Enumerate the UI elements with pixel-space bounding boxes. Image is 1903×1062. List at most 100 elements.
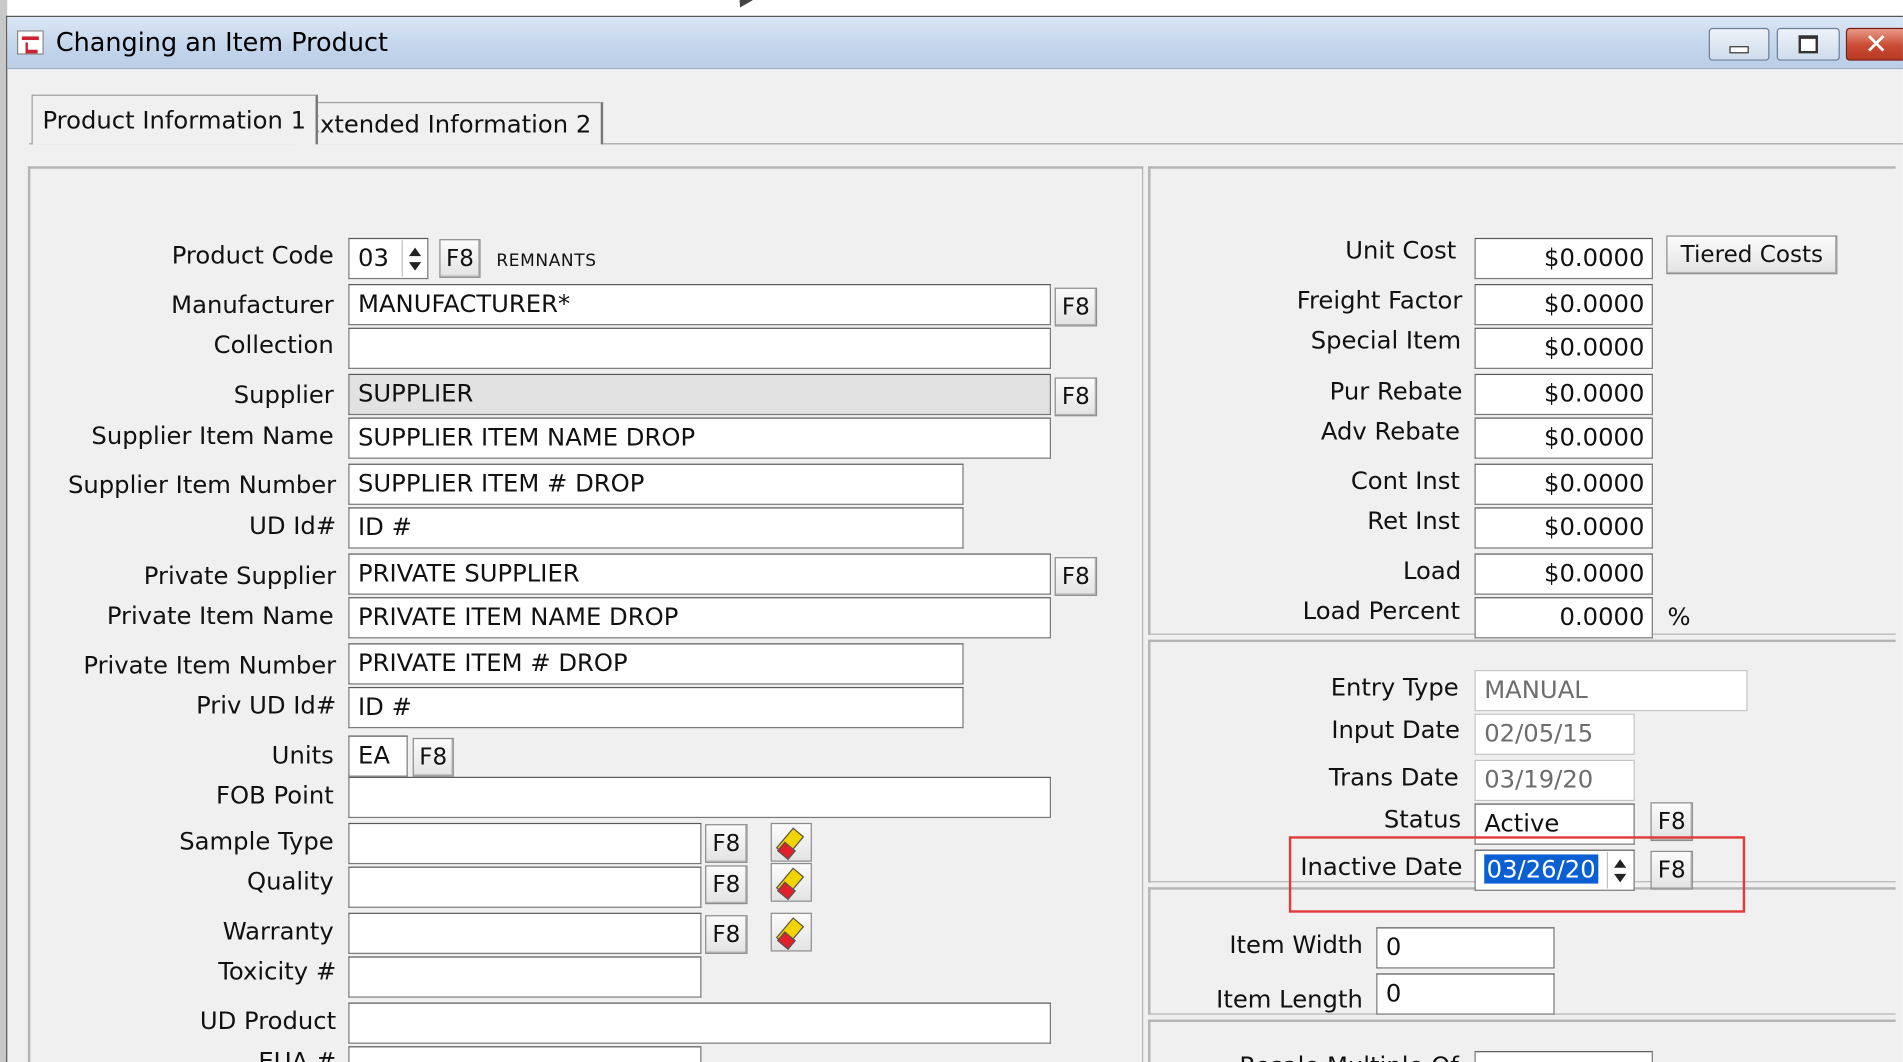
- close-button[interactable]: ✕: [1845, 27, 1903, 61]
- supplier-item-number-label: Supplier Item Number: [67, 469, 337, 499]
- ud-id-label: UD Id#: [249, 510, 337, 541]
- private-item-name-label: Private Item Name: [106, 600, 334, 630]
- item-width-field[interactable]: 0: [1376, 927, 1555, 969]
- private-supplier-f8-button[interactable]: F8: [1054, 557, 1098, 596]
- ret-inst-field[interactable]: $0.0000: [1474, 507, 1653, 549]
- manufacturer-f8-button[interactable]: F8: [1054, 287, 1098, 327]
- quality-field[interactable]: [348, 866, 702, 908]
- spin-up-icon: [408, 247, 422, 257]
- private-supplier-label: Private Supplier: [143, 560, 337, 590]
- entry-type-field: MANUAL: [1474, 669, 1748, 712]
- trans-date-label: Trans Date: [1328, 762, 1459, 792]
- special-item-field[interactable]: $0.0000: [1474, 327, 1653, 369]
- units-f8-button[interactable]: F8: [412, 737, 454, 777]
- load-field[interactable]: $0.0000: [1474, 553, 1653, 595]
- quality-f8-button[interactable]: F8: [705, 865, 748, 905]
- collection-label: Collection: [213, 330, 334, 360]
- window-title: Changing an Item Product: [55, 27, 388, 58]
- product-code-description: REMNANTS: [496, 251, 597, 271]
- toxicity-label: Toxicity #: [218, 956, 337, 986]
- warranty-label: Warranty: [222, 916, 334, 946]
- load-percent-field[interactable]: 0.0000: [1474, 597, 1653, 639]
- supplier-item-number-field[interactable]: SUPPLIER ITEM # DROP: [348, 463, 964, 505]
- sample-type-label: Sample Type: [179, 826, 334, 856]
- supplier-item-name-label: Supplier Item Name: [91, 421, 334, 451]
- minimize-button[interactable]: [1708, 27, 1770, 61]
- highlight-annotation-box: [1288, 836, 1746, 913]
- ud-product-label: UD Product: [199, 1006, 337, 1036]
- product-code-value: 03: [358, 242, 389, 272]
- resale-multiple-label: Resale Multiple Of: [1201, 1051, 1458, 1062]
- title-bar[interactable]: Changing an Item Product ✕: [7, 16, 1903, 70]
- special-item-label: Special Item: [1310, 325, 1462, 355]
- trans-date-field: 03/19/20: [1474, 759, 1635, 802]
- tab-product-information[interactable]: Product Information 1: [31, 94, 319, 145]
- unit-cost-label: Unit Cost: [1345, 235, 1457, 265]
- minimize-icon: [1729, 45, 1749, 53]
- toxicity-field[interactable]: [348, 956, 702, 998]
- cont-inst-field[interactable]: $0.0000: [1474, 463, 1653, 505]
- item-length-field[interactable]: 0: [1376, 973, 1555, 1015]
- quality-clear-eraser-icon[interactable]: [770, 862, 812, 902]
- warranty-field[interactable]: [348, 912, 702, 954]
- ud-id-field[interactable]: ID #: [348, 507, 964, 549]
- supplier-f8-button[interactable]: F8: [1054, 377, 1098, 417]
- quality-label: Quality: [247, 866, 334, 896]
- collection-field[interactable]: [348, 327, 1051, 369]
- product-code-label: Product Code: [171, 240, 334, 270]
- pur-rebate-label: Pur Rebate: [1329, 376, 1463, 406]
- resale-multiple-field[interactable]: [1474, 1051, 1653, 1062]
- pur-rebate-field[interactable]: $0.0000: [1474, 373, 1653, 416]
- tab-label: Product Information 1: [42, 105, 307, 135]
- supplier-item-name-field[interactable]: SUPPLIER ITEM NAME DROP: [348, 417, 1051, 459]
- private-supplier-field[interactable]: PRIVATE SUPPLIER: [348, 553, 1051, 595]
- app-icon: [16, 30, 44, 55]
- maximize-icon: [1798, 35, 1818, 54]
- product-code-spinner[interactable]: [401, 240, 426, 277]
- status-label: Status: [1383, 804, 1462, 834]
- supplier-field[interactable]: SUPPLIER: [348, 373, 1051, 416]
- sample-type-field[interactable]: [348, 822, 702, 865]
- manufacturer-field[interactable]: MANUFACTURER*: [348, 284, 1051, 326]
- warranty-clear-eraser-icon[interactable]: [770, 912, 812, 952]
- maximize-button[interactable]: [1776, 27, 1840, 61]
- tab-label: Extended Information 2: [304, 109, 592, 139]
- input-date-label: Input Date: [1331, 714, 1460, 744]
- private-item-name-field[interactable]: PRIVATE ITEM NAME DROP: [348, 597, 1051, 639]
- input-date-field: 02/05/15: [1474, 713, 1635, 755]
- priv-ud-id-field[interactable]: ID #: [348, 686, 964, 729]
- ud-product-field[interactable]: [348, 1002, 1051, 1044]
- private-item-number-field[interactable]: PRIVATE ITEM # DROP: [348, 643, 964, 685]
- entry-type-label: Entry Type: [1330, 672, 1459, 702]
- sample-type-clear-eraser-icon[interactable]: [770, 822, 812, 862]
- fob-point-label: FOB Point: [216, 780, 334, 810]
- adv-rebate-field[interactable]: $0.0000: [1474, 417, 1653, 459]
- units-field[interactable]: EA: [348, 735, 408, 777]
- tiered-costs-button[interactable]: Tiered Costs: [1666, 235, 1838, 275]
- item-length-label: Item Length: [1216, 984, 1363, 1014]
- supplier-label: Supplier: [233, 379, 334, 410]
- units-label: Units: [271, 740, 334, 770]
- freight-factor-label: Freight Factor: [1296, 285, 1463, 315]
- unit-cost-field[interactable]: $0.0000: [1474, 237, 1653, 280]
- eua-label: EUA #: [258, 1046, 337, 1062]
- manufacturer-label: Manufacturer: [171, 290, 334, 320]
- load-percent-unit: %: [1667, 601, 1691, 632]
- close-icon: ✕: [1864, 28, 1888, 61]
- cont-inst-label: Cont Inst: [1350, 466, 1460, 496]
- private-item-number-label: Private Item Number: [83, 650, 337, 680]
- spin-down-icon: [408, 262, 422, 271]
- sample-type-f8-button[interactable]: F8: [705, 824, 748, 863]
- load-percent-label: Load Percent: [1302, 595, 1460, 626]
- ret-inst-label: Ret Inst: [1367, 506, 1460, 536]
- product-code-f8-button[interactable]: F8: [439, 239, 481, 278]
- eua-field[interactable]: [348, 1046, 702, 1062]
- freight-factor-field[interactable]: $0.0000: [1474, 284, 1653, 326]
- tab-extended-information[interactable]: Extended Information 2: [293, 101, 604, 145]
- fob-point-field[interactable]: [348, 776, 1051, 819]
- item-width-label: Item Width: [1229, 929, 1363, 959]
- load-label: Load: [1402, 555, 1462, 586]
- warranty-f8-button[interactable]: F8: [705, 915, 748, 954]
- adv-rebate-label: Adv Rebate: [1320, 416, 1460, 446]
- priv-ud-id-label: Priv UD Id#: [196, 690, 337, 720]
